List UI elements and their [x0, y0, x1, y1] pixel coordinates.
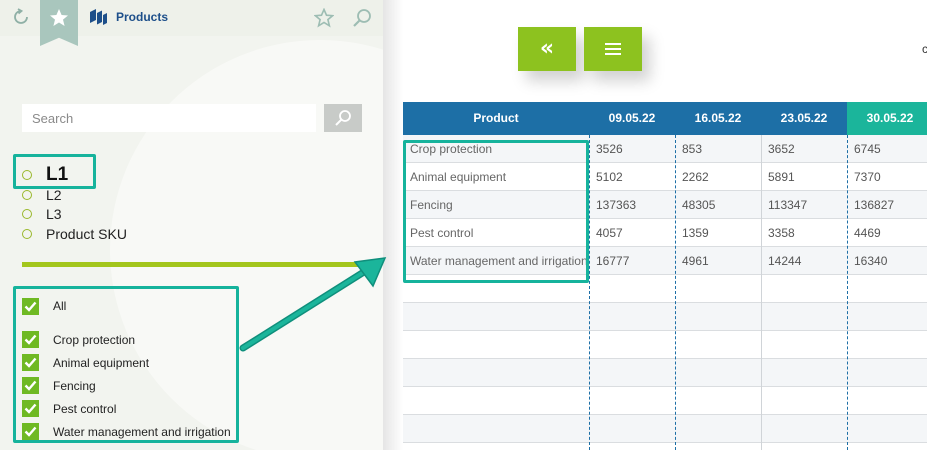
empty-table-row	[403, 331, 927, 359]
collapse-sidebar-button[interactable]: «	[518, 27, 576, 71]
value-cell: 1359	[682, 226, 709, 240]
column-divider	[761, 135, 762, 450]
value-cell: 16777	[596, 254, 630, 268]
truncated-text: c	[922, 42, 927, 56]
search-button[interactable]	[324, 104, 362, 132]
hamburger-icon	[605, 43, 621, 55]
products-logo-icon	[90, 9, 107, 25]
value-cell: 4057	[596, 226, 623, 240]
column-divider	[589, 135, 590, 450]
value-cell: 3358	[768, 226, 795, 240]
column-header-product[interactable]: Product	[403, 102, 589, 135]
sidebar: Products L1 L2 L3 Product SKU	[0, 0, 383, 450]
search-zoom-icon[interactable]	[352, 8, 372, 28]
value-cell: 4961	[682, 254, 709, 268]
double-chevron-left-icon: «	[539, 36, 555, 61]
column-header-date[interactable]: 16.05.22	[675, 102, 761, 135]
level-label: L3	[46, 206, 62, 222]
level-label: Product SKU	[46, 226, 127, 242]
column-header-date[interactable]: 09.05.22	[589, 102, 675, 135]
level-item-l3[interactable]: L3	[22, 204, 127, 224]
refresh-icon[interactable]	[12, 8, 30, 26]
value-cell: 113347	[768, 198, 808, 212]
value-cell: 3652	[768, 142, 795, 156]
column-divider	[847, 135, 848, 450]
search-icon	[335, 110, 351, 126]
highlight-box-products	[403, 140, 589, 283]
highlight-box-level	[13, 154, 96, 189]
highlight-box-filters	[13, 286, 239, 443]
empty-table-row	[403, 359, 927, 387]
search-input[interactable]	[22, 104, 316, 132]
column-header-date[interactable]: 23.05.22	[761, 102, 847, 135]
app-title: Products	[116, 10, 169, 24]
level-label: L2	[46, 187, 62, 203]
radio-dot	[22, 209, 32, 219]
annotation-arrow	[239, 257, 387, 352]
radio-dot	[22, 190, 32, 200]
radio-dot	[22, 229, 32, 239]
column-divider	[675, 135, 676, 450]
value-cell: 5891	[768, 170, 795, 184]
level-item-product-sku[interactable]: Product SKU	[22, 224, 127, 244]
value-cell: 136827	[854, 198, 895, 212]
star-icon	[50, 9, 68, 26]
empty-table-row	[403, 303, 927, 331]
value-cell: 48305	[682, 198, 716, 212]
menu-button[interactable]	[584, 27, 642, 71]
value-cell: 3526	[596, 142, 623, 156]
value-cell: 6745	[854, 142, 881, 156]
empty-table-row	[403, 415, 927, 443]
column-header-date[interactable]: 30.05.22	[847, 102, 927, 135]
value-cell: 853	[682, 142, 703, 156]
value-cell: 16340	[854, 254, 888, 268]
value-cell: 4469	[854, 226, 881, 240]
value-cell: 5102	[596, 170, 623, 184]
value-cell: 7370	[854, 170, 881, 184]
value-cell: 14244	[768, 254, 802, 268]
favorites-tab[interactable]	[40, 0, 78, 46]
table-header-row: Product 09.05.22 16.05.22 23.05.22 30.05.22	[403, 102, 927, 135]
empty-table-row	[403, 387, 927, 415]
sidebar-shadow	[383, 0, 403, 450]
main-panel: « c Product 09.05.22 16.05.22 23.05.22 30.05…	[403, 0, 927, 450]
star-outline-icon[interactable]	[314, 8, 334, 28]
value-cell: 2262	[682, 170, 709, 184]
value-cell: 137363	[596, 198, 637, 212]
